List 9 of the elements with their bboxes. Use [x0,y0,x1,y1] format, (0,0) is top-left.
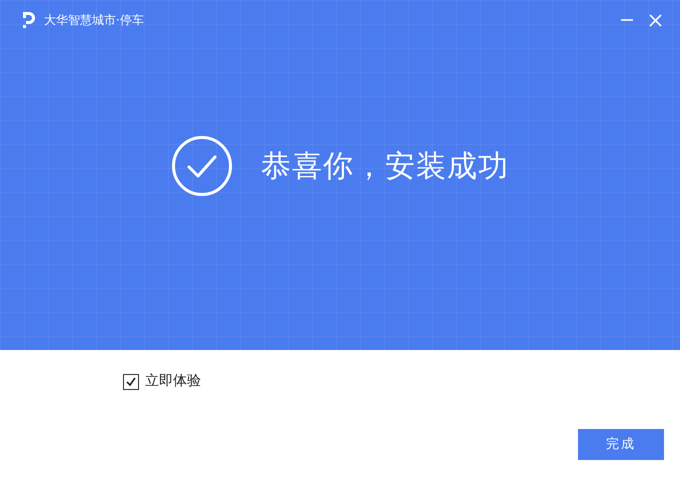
finish-button[interactable]: 完成 [578,429,664,460]
launch-checkbox[interactable] [123,374,139,390]
launch-option-label: 立即体验 [145,372,201,391]
checkmark-icon [125,376,137,388]
close-icon [648,14,662,26]
success-message: 恭喜你，安装成功 [261,148,509,186]
check-circle-icon [171,135,233,197]
window-title: 大华智慧城市·停车 [44,12,144,29]
app-logo-icon [20,10,38,30]
